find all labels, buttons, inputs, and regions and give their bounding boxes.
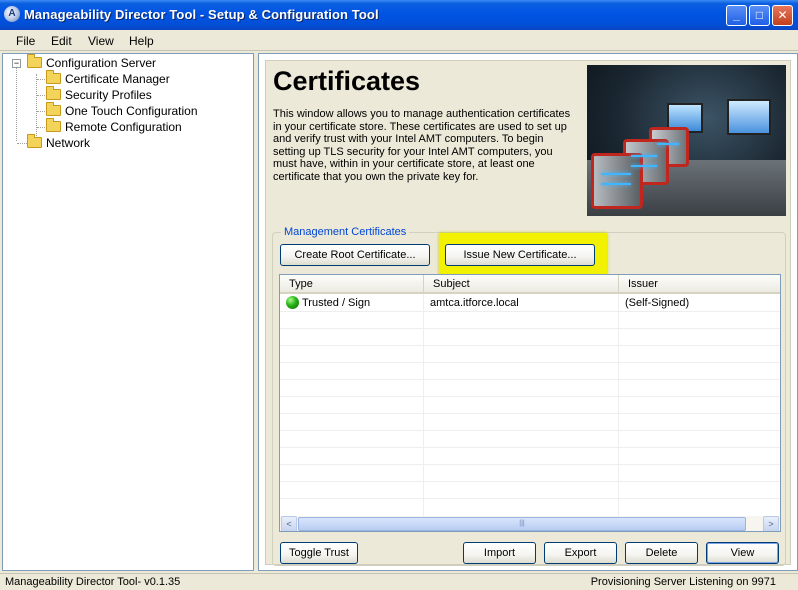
folder-icon (27, 134, 42, 148)
menu-bar: File Edit View Help (0, 30, 798, 51)
toggle-trust-button[interactable]: Toggle Trust (280, 542, 358, 564)
folder-icon (46, 102, 61, 116)
tree-item-one-touch-configuration[interactable]: One Touch Configuration (46, 102, 198, 120)
list-header: Type Subject Issuer (280, 275, 780, 294)
tree-item-label: Security Profiles (65, 88, 152, 102)
cell-type: Trusted / Sign (302, 297, 371, 309)
tree-item-certificate-manager[interactable]: Certificate Manager (46, 70, 170, 88)
tree-item-label: One Touch Configuration (65, 104, 198, 118)
tree-item-security-profiles[interactable]: Security Profiles (46, 86, 152, 104)
tree-line (37, 95, 45, 96)
table-row[interactable]: Trusted / Sign amtca.itforce.local (Self… (280, 295, 780, 312)
folder-icon (46, 118, 61, 132)
tree-line (37, 111, 45, 112)
folder-icon (46, 86, 61, 100)
status-ok-icon (286, 296, 299, 309)
app-icon[interactable]: A (4, 6, 20, 22)
tree-item-label: Configuration Server (46, 56, 157, 70)
scroll-thumb[interactable]: ||| (298, 517, 746, 531)
tree-line (16, 68, 17, 141)
hero-image (587, 65, 786, 216)
menu-file[interactable]: File (16, 34, 35, 48)
menu-view[interactable]: View (88, 34, 114, 48)
status-version: Manageability Director Tool- v0.1.35 (5, 576, 181, 588)
status-bar: Manageability Director Tool- v0.1.35 Pro… (0, 573, 798, 590)
tree-item-label: Certificate Manager (65, 72, 170, 86)
tree-line (17, 143, 27, 144)
minimize-icon: _ (733, 8, 740, 22)
view-button[interactable]: View (706, 542, 779, 564)
import-button[interactable]: Import (463, 542, 536, 564)
create-root-certificate-button[interactable]: Create Root Certificate... (280, 244, 430, 266)
content-panel: Certificates This window allows you to m… (265, 60, 791, 566)
tree-item-network[interactable]: Network (27, 134, 91, 152)
horizontal-scrollbar[interactable]: < ||| > (280, 516, 780, 531)
tree-item-label: Network (46, 136, 91, 150)
folder-icon (27, 54, 42, 68)
maximize-button[interactable]: □ (749, 5, 770, 26)
content-pane: Certificates This window allows you to m… (258, 53, 798, 571)
maximize-icon: □ (755, 8, 764, 22)
cell-issuer: (Self-Signed) (625, 297, 690, 309)
page-description: This window allows you to manage authent… (273, 108, 571, 183)
column-type[interactable]: Type (280, 275, 424, 294)
column-subject[interactable]: Subject (424, 275, 619, 294)
minimize-button[interactable]: _ (726, 5, 747, 26)
tree-line (36, 74, 37, 138)
menu-edit[interactable]: Edit (51, 34, 72, 48)
title-bar: A Manageability Director Tool - Setup & … (0, 0, 798, 30)
collapse-toggle[interactable]: − (12, 59, 21, 68)
management-certificates-group: Management Certificates Create Root Cert… (272, 226, 786, 566)
scroll-right-icon[interactable]: > (763, 516, 779, 531)
tree-line (37, 127, 45, 128)
column-issuer[interactable]: Issuer (619, 275, 780, 294)
window-title: Manageability Director Tool - Setup & Co… (24, 7, 379, 22)
menu-help[interactable]: Help (129, 34, 154, 48)
tree-line (37, 79, 45, 80)
status-server: Provisioning Server Listening on 9971 (590, 576, 776, 588)
close-icon: ✕ (777, 8, 788, 22)
delete-button[interactable]: Delete (625, 542, 698, 564)
certificate-list[interactable]: Type Subject Issuer Trusted / Sign amtca… (279, 274, 781, 532)
tree-item-label: Remote Configuration (65, 120, 182, 134)
issue-new-certificate-button[interactable]: Issue New Certificate... (445, 244, 595, 266)
export-button[interactable]: Export (544, 542, 617, 564)
scroll-left-icon[interactable]: < (281, 516, 297, 531)
folder-icon (46, 70, 61, 84)
tree-item-remote-configuration[interactable]: Remote Configuration (46, 118, 182, 136)
page-title: Certificates (273, 66, 421, 96)
navigation-tree[interactable]: − Configuration Server Certificate Manag… (2, 53, 254, 571)
close-button[interactable]: ✕ (772, 5, 793, 26)
cell-subject: amtca.itforce.local (430, 297, 519, 309)
group-title: Management Certificates (281, 226, 410, 238)
